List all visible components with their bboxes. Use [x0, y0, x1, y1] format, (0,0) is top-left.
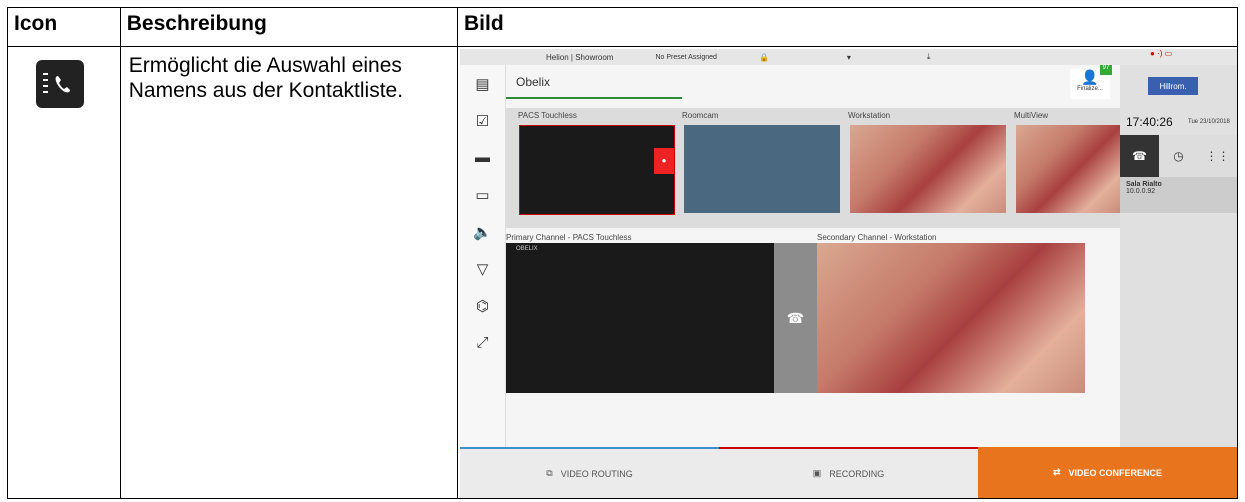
table-icon[interactable]: ⌬ — [460, 287, 505, 324]
lock-icon[interactable]: 🔒 — [759, 53, 769, 62]
source-thumb-multiview[interactable] — [1016, 125, 1120, 213]
call-icon[interactable]: ☎ — [774, 243, 817, 393]
right-panel: ● ·) ▭ Hillrom. 17:40:26 Tue 23/10/2018 … — [1120, 49, 1237, 447]
recording-icon: ▣ — [812, 468, 822, 478]
tab-label: RECORDING — [829, 468, 885, 479]
primary-channel-label: Primary Channel - PACS Touchless — [506, 233, 632, 242]
clock: 17:40:26 — [1126, 115, 1173, 129]
source-thumb-pacs[interactable]: ● — [519, 125, 675, 215]
clock-icon[interactable]: ◷ — [1159, 135, 1198, 177]
icon-cell — [7, 46, 121, 499]
room-label: Helion | Showroom — [546, 52, 614, 62]
source-label-3: Workstation — [848, 111, 891, 120]
brand-logo: Hillrom. — [1148, 77, 1198, 95]
transfer-icon[interactable]: ⤓ — [927, 52, 931, 62]
badge: 97 — [1100, 65, 1112, 75]
chevron-down-icon[interactable]: ▾ — [847, 53, 851, 62]
date: Tue 23/10/2018 — [1188, 119, 1230, 125]
display-icon[interactable]: ▭ — [460, 176, 505, 213]
ui-screenshot: Helion | Showroom No Preset Assigned 🔒 ▾… — [460, 49, 1237, 498]
header-description: Beschreibung — [119, 7, 459, 47]
tab-video-conference[interactable]: ⇄ VIDEO CONFERENCE — [978, 447, 1237, 498]
contacts-tab-icon[interactable]: ☎ — [1120, 135, 1159, 177]
source-label-2: Roomcam — [682, 111, 719, 120]
image-cell: Helion | Showroom No Preset Assigned 🔒 ▾… — [457, 46, 1238, 499]
main-area: Obelix 👤 Finalize... 97 PACS Touchless Ro… — [506, 65, 1120, 447]
table-header-row: Icon Beschreibung Bild — [7, 7, 1238, 47]
sources-strip: PACS Touchless Roomcam Workstation Multi… — [506, 108, 1120, 228]
tab-recording[interactable]: ▣ RECORDING — [719, 447, 978, 498]
status-icons: ● ·) ▭ — [1120, 49, 1237, 65]
contact-ip: 10.0.0.92 — [1126, 188, 1156, 195]
video-routing-icon: ⧉ — [546, 468, 553, 478]
patient-icon[interactable]: ▤ — [460, 65, 505, 102]
secondary-channel-label: Secondary Channel - Workstation — [817, 233, 937, 242]
left-nav: ▤ ☑ ▬ ▭ 🔈 ▽ ⌬ ⤢ — [460, 65, 506, 447]
secondary-channel-view[interactable] — [817, 243, 1085, 393]
contact-name: Sala Rialto — [1126, 181, 1162, 188]
preset-label: No Preset Assigned — [655, 53, 717, 61]
tab-label: VIDEO CONFERENCE — [1068, 467, 1163, 478]
bottom-tabs: ⧉ VIDEO ROUTING ▣ RECORDING ⇄ VIDEO CONFERE… — [460, 447, 1237, 498]
light-icon[interactable]: ▽ — [460, 250, 505, 287]
table-row: Ermöglicht die Auswahl eines Namens aus … — [7, 46, 1238, 499]
header-image: Bild — [457, 7, 1238, 47]
contact-book-phone-icon — [36, 60, 84, 108]
description-table: Icon Beschreibung Bild Ermöglicht die Au… — [7, 7, 1238, 499]
patient-name: Obelix — [516, 75, 551, 89]
video-conference-icon: ⇄ — [1052, 467, 1061, 477]
camera-control-icon[interactable]: ⤢ — [460, 324, 505, 361]
description-cell: Ermöglicht die Auswahl eines Namens aus … — [119, 46, 459, 499]
top-bar: Helion | Showroom No Preset Assigned 🔒 ▾… — [460, 49, 1120, 65]
finalize-label: Finalize... — [1077, 86, 1103, 92]
source-label-4: MultiView — [1014, 111, 1049, 120]
tab-video-routing[interactable]: ⧉ VIDEO ROUTING — [460, 447, 719, 498]
source-thumb-roomcam[interactable] — [684, 125, 840, 213]
checklist-icon[interactable]: ☑ — [460, 102, 505, 139]
primary-channel-view[interactable]: OBELIX — [506, 243, 774, 393]
sources-icon[interactable]: ▬ — [460, 139, 505, 176]
source-thumb-workstation[interactable] — [850, 125, 1006, 213]
patient-underline — [506, 97, 682, 99]
tab-label: VIDEO ROUTING — [560, 468, 633, 479]
header-icon: Icon — [7, 7, 121, 47]
primary-tag: OBELIX — [516, 246, 538, 252]
record-icon[interactable]: ● — [654, 148, 674, 174]
audio-icon[interactable]: 🔈 — [460, 213, 505, 250]
contact-item[interactable]: Sala Rialto 10.0.0.92 — [1120, 177, 1237, 213]
grid-icon[interactable]: ⋮⋮ — [1198, 135, 1237, 177]
source-label-1: PACS Touchless — [518, 111, 577, 120]
